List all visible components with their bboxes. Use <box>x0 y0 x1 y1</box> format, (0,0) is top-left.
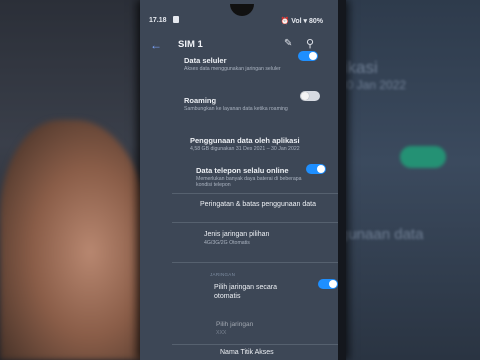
setting-subtitle: 4,58 GB digunakan 31 Des 2021 – 30 Jan 2… <box>190 146 300 152</box>
divider <box>172 344 345 345</box>
status-indicators: ⏰ Vol ▾ 80% <box>280 18 323 25</box>
toggle-selalu-online[interactable] <box>306 164 326 174</box>
search-icon[interactable]: ⚲ <box>306 37 314 50</box>
setting-peringatan[interactable]: Peringatan & batas penggunaan data <box>200 200 345 209</box>
setting-subtitle: Memerlukan banyak daya baterai di bebera… <box>196 176 302 189</box>
setting-pilih-otomatis[interactable]: Pilih jaringan secara otomatis <box>214 283 304 301</box>
setting-title: Penggunaan data oleh aplikasi <box>190 136 300 145</box>
toggle-data-seluler[interactable] <box>298 51 318 61</box>
notification-icon <box>173 16 179 23</box>
phone-frame-edge <box>338 0 346 360</box>
divider <box>172 222 345 223</box>
ghost-text-2: 30 Jan 2022 <box>340 78 407 92</box>
setting-title: Pilih jaringan <box>216 321 254 328</box>
status-time: 17.18 <box>149 17 167 24</box>
toggle-roaming[interactable] <box>300 91 320 101</box>
toggle-knob <box>309 52 317 60</box>
setting-title: Peringatan & batas penggunaan data <box>200 201 316 208</box>
ghost-toggle <box>400 146 446 168</box>
setting-subtitle: 4G/3G/2G Otomatis <box>204 240 250 246</box>
toggle-pilih-otomatis[interactable] <box>318 279 338 289</box>
background-right-blur: likasi 30 Jan 2022 gunaan data <box>340 0 480 360</box>
setting-title: Pilih jaringan secara otomatis <box>214 284 278 300</box>
setting-subtitle: Akses data menggunakan jaringan seluler <box>184 66 281 72</box>
edit-icon[interactable]: ✎ <box>284 38 292 49</box>
background-left-blur <box>0 0 150 360</box>
setting-partial[interactable]: Nama Titik Akses <box>220 348 345 357</box>
toggle-knob <box>301 92 309 100</box>
section-header-jaringan: JARINGAN <box>210 272 236 277</box>
divider <box>172 262 345 263</box>
setting-penggunaan-data[interactable]: Penggunaan data oleh aplikasi 4,58 GB di… <box>190 136 340 152</box>
setting-pilih-jaringan[interactable]: Pilih jaringan XXX <box>216 320 345 336</box>
back-arrow-icon[interactable]: ← <box>150 38 162 52</box>
toggle-knob <box>317 165 325 173</box>
setting-subtitle: XXX <box>216 330 227 336</box>
page-title: SIM 1 <box>178 39 203 50</box>
toggle-knob <box>329 280 337 288</box>
divider <box>172 193 345 194</box>
setting-title: Nama Titik Akses <box>220 349 274 356</box>
setting-title: Jenis jaringan pilihan <box>204 231 270 238</box>
setting-jenis-jaringan[interactable]: Jenis jaringan pilihan 4G/3G/2G Otomatis <box>204 230 345 246</box>
ghost-text-3: gunaan data <box>340 226 424 243</box>
hand-photo <box>0 120 150 360</box>
phone-screen: 17.18 ⏰ Vol ▾ 80% ← SIM 1 ✎ ⚲ Data selul… <box>140 0 345 360</box>
status-bar: 17.18 ⏰ Vol ▾ 80% <box>140 14 345 30</box>
setting-subtitle: Sambungkan ke layanan data ketika roamin… <box>184 106 288 112</box>
